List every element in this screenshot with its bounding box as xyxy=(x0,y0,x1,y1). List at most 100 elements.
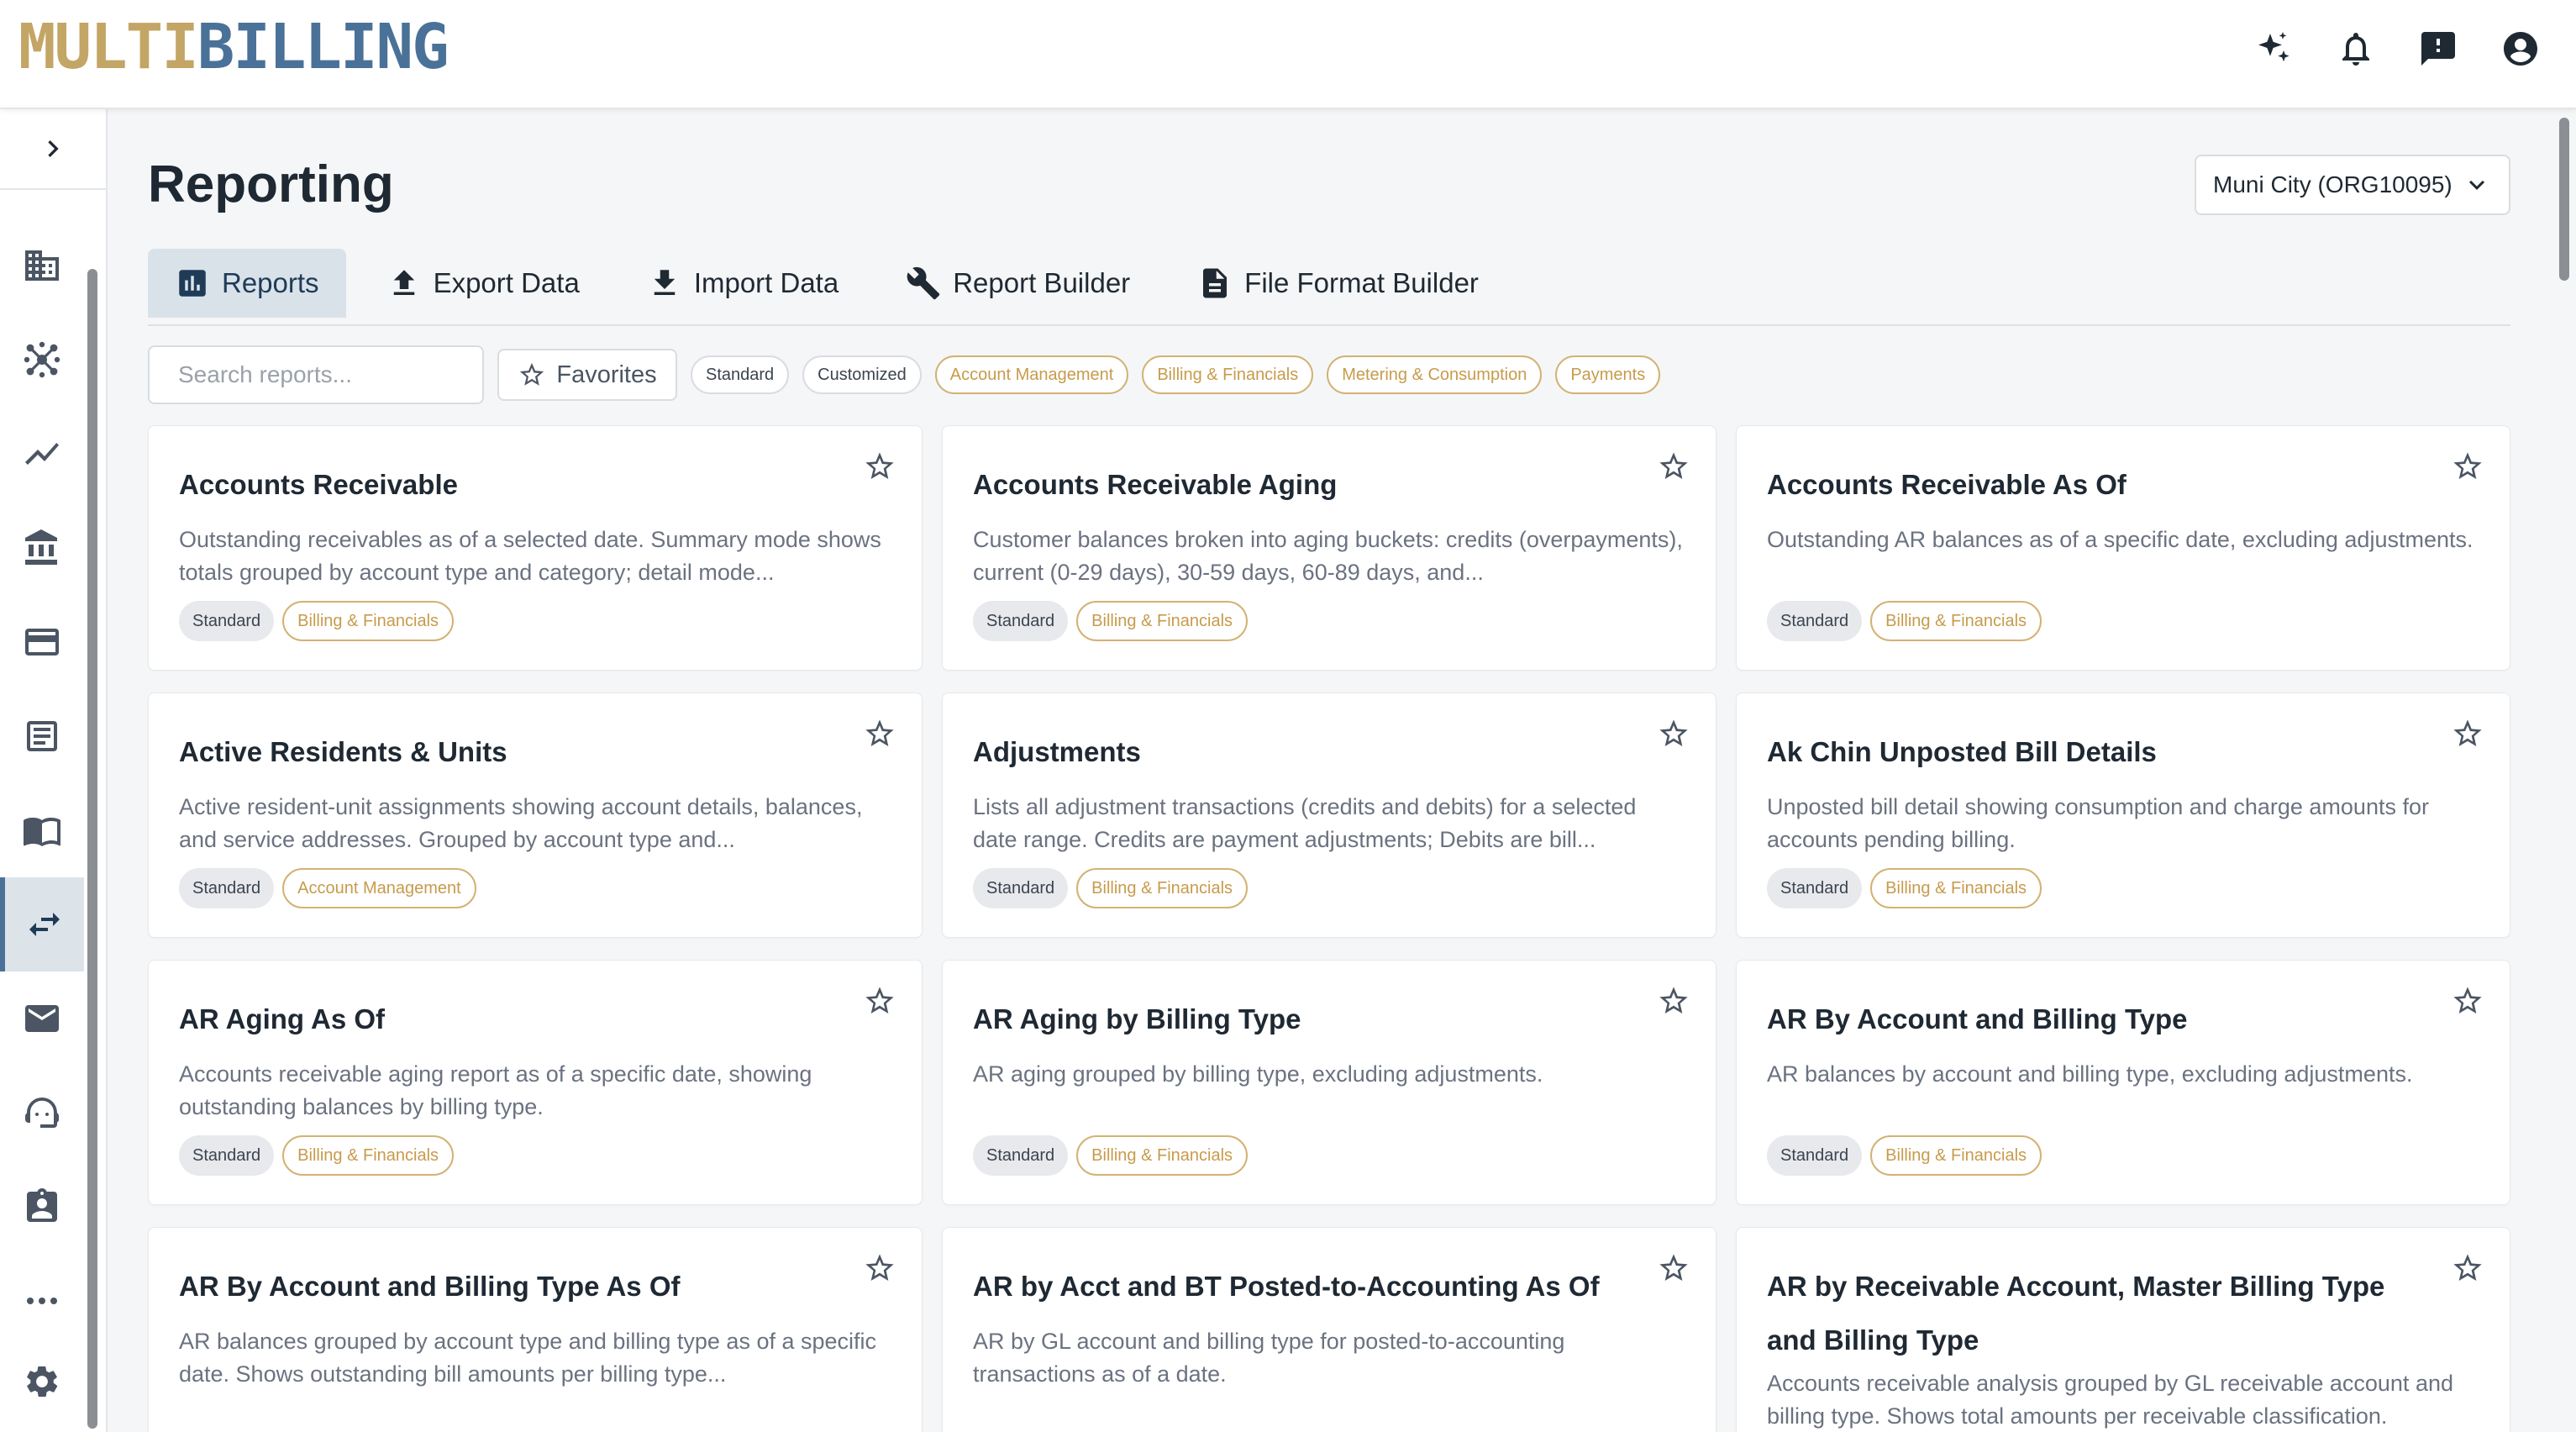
tab-import-data[interactable]: Import Data xyxy=(620,249,865,318)
tag-category: Billing & Financials xyxy=(282,1135,455,1176)
report-card-title: AR by Acct and BT Posted-to-Accounting A… xyxy=(973,1271,1600,1302)
search-input[interactable] xyxy=(178,361,481,388)
sidebar-scrollbar[interactable] xyxy=(87,269,97,1429)
report-card-description: Active resident-unit assignments showing… xyxy=(179,794,863,852)
feedback-icon[interactable] xyxy=(2418,29,2458,69)
tab-label: Report Builder xyxy=(953,267,1131,298)
organization-select[interactable]: Muni City (ORG10095) xyxy=(2195,155,2510,215)
report-card-title: AR By Account and Billing Type xyxy=(1767,1003,2188,1035)
report-card[interactable]: AR By Account and Billing Type AR balanc… xyxy=(1736,960,2510,1205)
favorite-star-button[interactable] xyxy=(2451,450,2484,483)
report-card[interactable]: Active Residents & Units Active resident… xyxy=(148,692,923,938)
sidebar-item-messages[interactable] xyxy=(0,971,84,1066)
logo[interactable]: MULTI BILLING xyxy=(18,11,449,83)
report-card-tags: Standard Billing & Financials xyxy=(1767,868,2042,908)
building-icon xyxy=(25,250,59,281)
sidebar-item-library[interactable] xyxy=(0,783,84,877)
star-outline-icon xyxy=(2453,719,2482,746)
report-card[interactable]: Accounts Receivable Aging Customer balan… xyxy=(942,425,1716,671)
logo-multi: MULTI xyxy=(18,11,199,83)
favorite-star-button[interactable] xyxy=(2451,1251,2484,1285)
tab-label: File Format Builder xyxy=(1244,267,1479,298)
star-outline-icon xyxy=(2453,1254,2482,1281)
tab-report-builder[interactable]: Report Builder xyxy=(879,249,1157,318)
sidebar-item-banking[interactable] xyxy=(0,501,84,595)
tag-standard: Standard xyxy=(179,1135,275,1176)
tag-standard: Standard xyxy=(1767,1135,1863,1176)
filter-chip-customized[interactable]: Customized xyxy=(802,355,922,394)
star-outline-icon xyxy=(865,719,894,746)
credit-card-icon xyxy=(25,629,59,655)
star-outline-icon xyxy=(1659,1254,1688,1281)
report-card-tags: Standard Billing & Financials xyxy=(1767,1135,2042,1176)
report-card-description: AR aging grouped by billing type, exclud… xyxy=(973,1061,1543,1087)
bank-icon xyxy=(25,529,57,565)
organization-select-value: Muni City (ORG10095) xyxy=(2213,171,2452,197)
report-card[interactable]: AR By Account and Billing Type As Of AR … xyxy=(148,1227,923,1432)
sidebar-settings[interactable] xyxy=(0,1348,84,1415)
favorite-star-button[interactable] xyxy=(863,450,896,483)
filter-chip-metering-consumption[interactable]: Metering & Consumption xyxy=(1327,355,1543,394)
report-card[interactable]: AR by Receivable Account, Master Billing… xyxy=(1736,1227,2510,1432)
top-bar: MULTI BILLING xyxy=(0,0,2576,109)
tag-category: Billing & Financials xyxy=(1076,1135,1249,1176)
sidebar-item-network[interactable] xyxy=(0,313,84,407)
favorite-star-button[interactable] xyxy=(1657,717,1690,750)
report-card[interactable]: Accounts Receivable Outstanding receivab… xyxy=(148,425,923,671)
mail-icon xyxy=(25,1005,59,1032)
report-card[interactable]: AR Aging As Of Accounts receivable aging… xyxy=(148,960,923,1205)
main-scrollbar[interactable] xyxy=(2559,118,2569,281)
report-card[interactable]: Adjustments Lists all adjustment transac… xyxy=(942,692,1716,938)
favorite-star-button[interactable] xyxy=(2451,717,2484,750)
tag-category: Billing & Financials xyxy=(282,601,455,641)
favorite-star-button[interactable] xyxy=(1657,984,1690,1018)
report-card[interactable]: Ak Chin Unposted Bill Details Unposted b… xyxy=(1736,692,2510,938)
bell-icon[interactable] xyxy=(2336,29,2376,69)
filter-chip-standard[interactable]: Standard xyxy=(691,355,790,394)
filter-chip-account-management[interactable]: Account Management xyxy=(934,355,1129,394)
account-circle-icon[interactable] xyxy=(2500,29,2541,69)
favorite-star-button[interactable] xyxy=(863,984,896,1018)
tab-file-format-builder[interactable]: File Format Builder xyxy=(1170,249,1506,318)
report-card-description: Customer balances broken into aging buck… xyxy=(973,527,1683,585)
sidebar-item-more[interactable] xyxy=(0,1254,84,1348)
star-outline-icon xyxy=(520,362,544,386)
report-card[interactable]: Accounts Receivable As Of Outstanding AR… xyxy=(1736,425,2510,671)
star-outline-icon xyxy=(2453,452,2482,479)
favorite-star-button[interactable] xyxy=(863,717,896,750)
book-icon xyxy=(24,818,60,846)
favorite-star-button[interactable] xyxy=(1657,450,1690,483)
report-card-description: Lists all adjustment transactions (credi… xyxy=(973,794,1637,852)
sidebar-item-support[interactable] xyxy=(0,1066,84,1160)
filter-chip-payments[interactable]: Payments xyxy=(1555,355,1661,394)
upload-icon xyxy=(393,270,414,295)
favorites-button[interactable]: Favorites xyxy=(497,349,677,401)
report-card-tags: Standard Billing & Financials xyxy=(973,1135,1249,1176)
sidebar-item-analytics[interactable] xyxy=(0,407,84,501)
tab-reports[interactable]: Reports xyxy=(148,249,346,318)
search-box[interactable] xyxy=(148,345,484,404)
report-card-tags: Standard Billing & Financials xyxy=(973,868,1249,908)
report-card[interactable]: AR by Acct and BT Posted-to-Accounting A… xyxy=(942,1227,1716,1432)
sidebar-item-reporting[interactable] xyxy=(0,877,84,971)
favorite-star-button[interactable] xyxy=(1657,1251,1690,1285)
top-icons xyxy=(2253,29,2541,69)
sidebar-item-billing[interactable] xyxy=(0,689,84,783)
favorite-star-button[interactable] xyxy=(2451,984,2484,1018)
sparkle-icon[interactable] xyxy=(2253,29,2294,69)
filter-chip-billing-financials[interactable]: Billing & Financials xyxy=(1142,355,1314,394)
tab-export-data[interactable]: Export Data xyxy=(360,249,607,318)
favorites-label: Favorites xyxy=(556,361,657,388)
sidebar-item-payments[interactable] xyxy=(0,595,84,689)
sidebar-item-buildings[interactable] xyxy=(0,218,84,313)
sidebar-expand-button[interactable] xyxy=(0,109,106,190)
tag-category: Billing & Financials xyxy=(1076,601,1249,641)
report-filters: Favorites Standard Customized Account Ma… xyxy=(148,345,2510,405)
wrench-icon xyxy=(907,266,940,300)
sidebar-item-assignments[interactable] xyxy=(0,1160,84,1254)
tag-category: Billing & Financials xyxy=(1870,601,2042,641)
report-card-title: Active Residents & Units xyxy=(179,736,507,767)
favorite-star-button[interactable] xyxy=(863,1251,896,1285)
star-outline-icon xyxy=(865,452,894,479)
report-card[interactable]: AR Aging by Billing Type AR aging groupe… xyxy=(942,960,1716,1205)
